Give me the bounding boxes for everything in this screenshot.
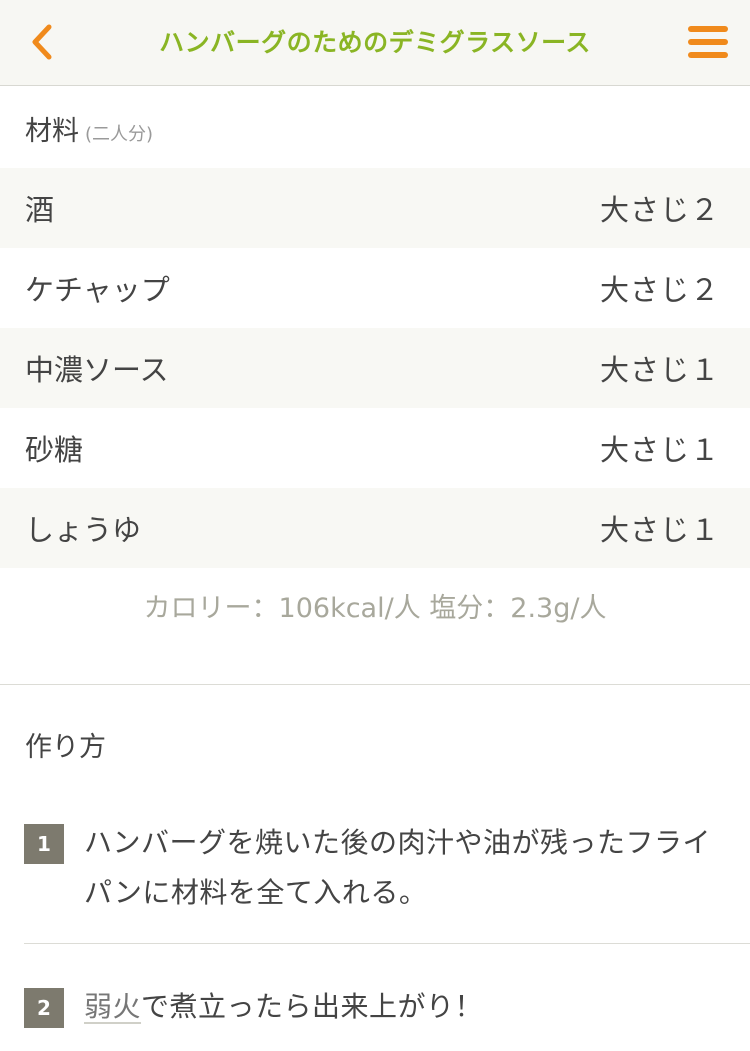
ingredient-name: ケチャップ <box>25 273 170 307</box>
hamburger-menu-icon <box>688 26 728 58</box>
ingredient-amount: 大さじ２ <box>599 273 720 307</box>
step-item: 1 ハンバーグを焼いた後の肉汁や油が残ったフライパンに材料を全て入れる。 <box>24 818 724 918</box>
step-text: 弱火で煮立ったら出来上がり！ <box>84 982 483 1032</box>
ingredient-row: 砂糖 大さじ１ <box>0 408 750 488</box>
ingredient-amount: 大さじ２ <box>599 193 720 227</box>
ingredient-amount: 大さじ１ <box>599 513 720 547</box>
ingredient-amount: 大さじ１ <box>599 433 720 467</box>
nutrition-info: カロリー：106kcal/人 塩分：2.3g/人 <box>143 593 607 624</box>
servings-label: (二人分) <box>85 124 154 145</box>
ingredient-name: 中濃ソース <box>25 353 169 387</box>
chevron-left-icon <box>32 24 52 60</box>
section-divider <box>0 684 750 685</box>
step-item: 2 弱火で煮立ったら出来上がり！ <box>24 982 724 1032</box>
ingredient-name: しょうゆ <box>25 513 142 547</box>
ingredient-name: 砂糖 <box>25 433 84 467</box>
ingredient-row: ケチャップ 大さじ２ <box>0 248 750 328</box>
step-number-badge: 2 <box>24 988 64 1028</box>
ingredient-name: 酒 <box>25 193 55 227</box>
header-bar: ハンバーグのためのデミグラスソース <box>0 0 750 86</box>
back-button[interactable] <box>14 14 70 70</box>
ingredients-heading: 材料 (二人分) <box>25 110 153 154</box>
ingredient-row: 中濃ソース 大さじ１ <box>0 328 750 408</box>
step-text: ハンバーグを焼いた後の肉汁や油が残ったフライパンに材料を全て入れる。 <box>84 826 712 909</box>
ingredient-row: しょうゆ 大さじ１ <box>0 488 750 568</box>
ingredient-list: 酒 大さじ２ ケチャップ 大さじ２ 中濃ソース 大さじ１ 砂糖 大さじ１ しょう… <box>0 168 750 568</box>
steps-heading: 作り方 <box>25 732 106 763</box>
ingredient-row: 酒 大さじ２ <box>0 168 750 248</box>
glossary-term-link[interactable]: 弱火 <box>84 990 141 1023</box>
step-number-badge: 1 <box>24 824 64 864</box>
ingredients-heading-label: 材料 <box>25 116 79 147</box>
page-title: ハンバーグのためのデミグラスソース <box>159 28 591 57</box>
step-divider <box>24 943 750 944</box>
menu-button[interactable] <box>678 14 738 70</box>
step-text-rest: で煮立ったら出来上がり！ <box>141 990 484 1023</box>
ingredient-amount: 大さじ１ <box>599 353 720 387</box>
